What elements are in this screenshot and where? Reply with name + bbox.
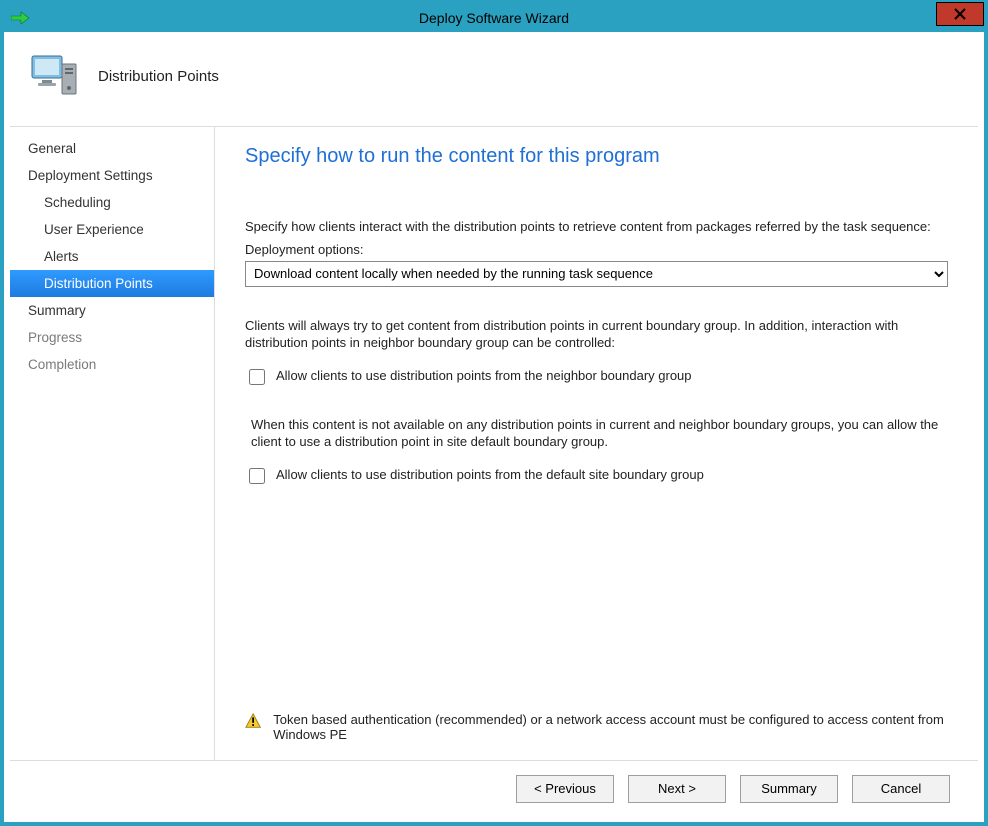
intro-text: Specify how clients interact with the di… <box>245 218 948 236</box>
sidebar-item-alerts[interactable]: Alerts <box>10 243 214 270</box>
allow-neighbor-checkbox[interactable] <box>249 369 265 385</box>
sidebar-item-general[interactable]: General <box>10 135 214 162</box>
sidebar-item-label: Distribution Points <box>44 276 153 291</box>
checkbox-row-default[interactable]: Allow clients to use distribution points… <box>245 467 948 487</box>
sidebar-item-deployment-settings[interactable]: Deployment Settings <box>10 162 214 189</box>
distribution-points-icon <box>28 52 80 100</box>
sidebar: General Deployment Settings Scheduling U… <box>10 127 215 760</box>
sidebar-item-label: Summary <box>28 303 86 318</box>
sidebar-item-summary[interactable]: Summary <box>10 297 214 324</box>
boundary-paragraph: Clients will always try to get content f… <box>245 317 948 352</box>
wizard-body: General Deployment Settings Scheduling U… <box>10 126 978 760</box>
window-title: Deploy Software Wizard <box>4 10 984 26</box>
warning-icon <box>245 712 261 730</box>
next-button[interactable]: Next > <box>628 775 726 803</box>
sidebar-item-user-experience[interactable]: User Experience <box>10 216 214 243</box>
sidebar-item-label: Progress <box>28 330 82 345</box>
page-title: Distribution Points <box>98 68 219 85</box>
sidebar-item-label: User Experience <box>44 222 144 237</box>
content-pane: Specify how to run the content for this … <box>215 127 978 760</box>
warning-text: Token based authentication (recommended)… <box>273 712 948 742</box>
summary-button[interactable]: Summary <box>740 775 838 803</box>
sidebar-item-scheduling[interactable]: Scheduling <box>10 189 214 216</box>
allow-default-label: Allow clients to use distribution points… <box>276 467 704 482</box>
sidebar-item-completion[interactable]: Completion <box>10 351 214 378</box>
forward-arrow-icon <box>6 7 34 29</box>
close-button[interactable] <box>936 2 984 26</box>
sidebar-item-label: General <box>28 141 76 156</box>
cancel-button[interactable]: Cancel <box>852 775 950 803</box>
previous-button[interactable]: < Previous <box>516 775 614 803</box>
sidebar-item-label: Deployment Settings <box>28 168 153 183</box>
sidebar-item-label: Alerts <box>44 249 79 264</box>
sidebar-item-progress[interactable]: Progress <box>10 324 214 351</box>
warning-row: Token based authentication (recommended)… <box>245 712 948 742</box>
deployment-options-select[interactable]: Download content locally when needed by … <box>245 261 948 287</box>
content-title: Specify how to run the content for this … <box>245 145 948 168</box>
deployment-options-label: Deployment options: <box>245 242 948 257</box>
sidebar-item-distribution-points[interactable]: Distribution Points <box>10 270 214 297</box>
allow-neighbor-label: Allow clients to use distribution points… <box>276 368 692 383</box>
sidebar-item-label: Scheduling <box>44 195 111 210</box>
wizard-header: Distribution Points <box>10 38 978 126</box>
checkbox-row-neighbor[interactable]: Allow clients to use distribution points… <box>245 368 948 388</box>
close-icon <box>954 8 966 20</box>
allow-default-checkbox[interactable] <box>249 468 265 484</box>
wizard-footer: < Previous Next > Summary Cancel <box>10 760 978 816</box>
titlebar: Deploy Software Wizard <box>4 4 984 32</box>
default-paragraph: When this content is not available on an… <box>251 416 948 451</box>
wizard-inner: Distribution Points General Deployment S… <box>10 38 978 816</box>
wizard-window: Deploy Software Wizard Distrib <box>0 0 988 826</box>
sidebar-item-label: Completion <box>28 357 96 372</box>
